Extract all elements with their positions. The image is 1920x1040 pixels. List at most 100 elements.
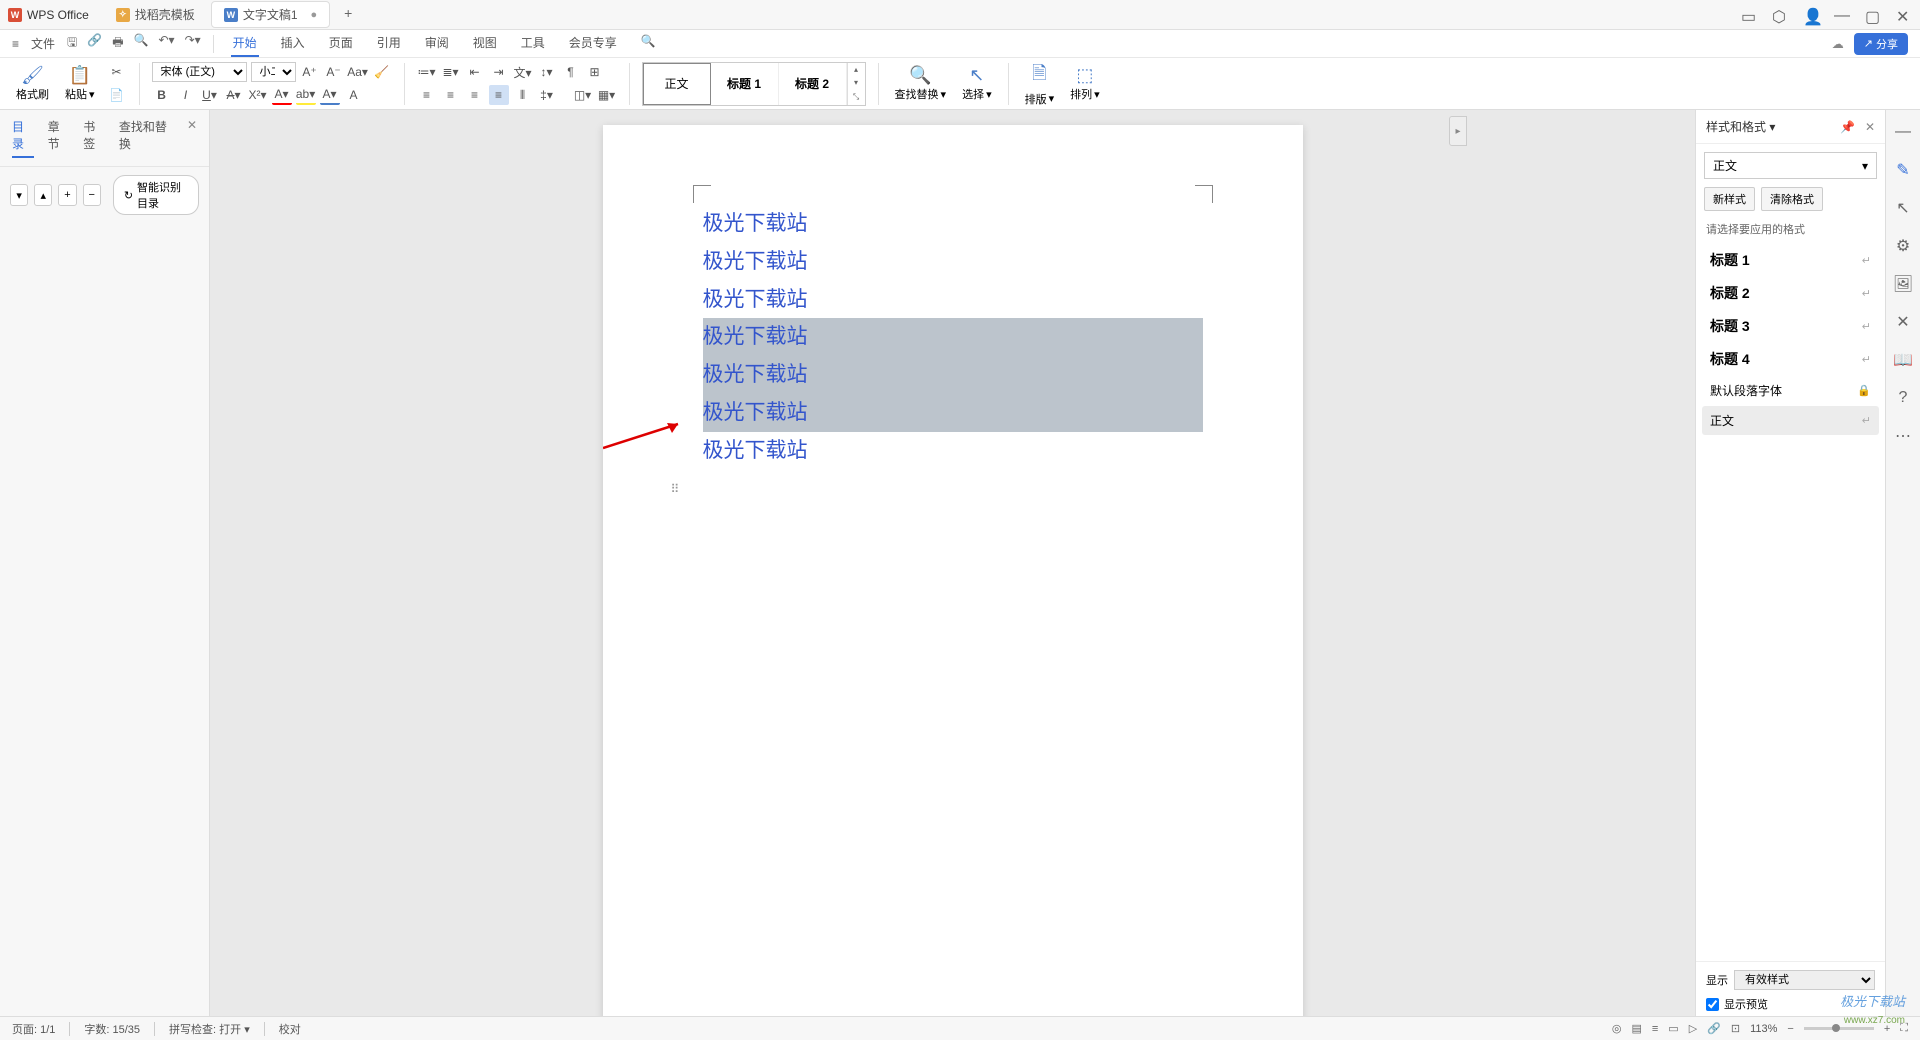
preview-icon[interactable]: 🔍	[134, 33, 149, 54]
align-right-icon[interactable]: ≡	[465, 85, 485, 105]
reader-icon[interactable]: ▭	[1741, 7, 1757, 23]
redo-icon[interactable]: ↷▾	[185, 33, 201, 54]
show-select[interactable]: 有效样式	[1734, 970, 1875, 990]
tab-document[interactable]: W 文字文稿1 ●	[211, 1, 330, 28]
help-icon[interactable]: ?	[1893, 388, 1913, 408]
paragraph[interactable]: 极光下载站	[703, 432, 1203, 470]
close-panel-icon[interactable]: ✕	[187, 118, 197, 158]
menu-review[interactable]: 审阅	[423, 30, 451, 57]
add-button[interactable]: +	[58, 184, 76, 206]
arrange-button[interactable]: ⬚ 排列▾	[1066, 63, 1104, 104]
highlight-icon[interactable]: ab▾	[296, 85, 316, 105]
add-tab-button[interactable]: +	[334, 1, 362, 28]
clear-format-button[interactable]: 清除格式	[1761, 187, 1823, 211]
align-center-icon[interactable]: ≡	[441, 85, 461, 105]
minimize-side-icon[interactable]: —	[1893, 122, 1913, 142]
font-size-select[interactable]: 小二	[251, 62, 296, 82]
format-painter-button[interactable]: 🖌 格式刷	[12, 63, 53, 104]
search-icon[interactable]: 🔍	[639, 30, 658, 57]
grow-font-icon[interactable]: A⁺	[300, 62, 320, 82]
close-icon[interactable]: ●	[311, 9, 318, 21]
show-marks-icon[interactable]: ¶	[561, 62, 581, 82]
zoom-slider[interactable]	[1804, 1027, 1874, 1030]
collapse-all-button[interactable]: ▾	[10, 184, 28, 206]
gallery-icon[interactable]: 🖼	[1893, 274, 1913, 294]
remove-button[interactable]: −	[83, 184, 101, 206]
menu-reference[interactable]: 引用	[375, 30, 403, 57]
text-effect-icon[interactable]: A▾	[320, 85, 340, 105]
underline-icon[interactable]: U▾	[200, 85, 220, 105]
box-icon[interactable]: ⬡	[1772, 7, 1788, 23]
text-direction-icon[interactable]: 文▾	[513, 62, 533, 82]
line-spacing-icon[interactable]: ‡▾	[537, 85, 557, 105]
save-icon[interactable]: 🖫	[67, 33, 77, 54]
bullets-icon[interactable]: ≔▾	[417, 62, 437, 82]
target-icon[interactable]: ◎	[1612, 1022, 1622, 1035]
menu-icon[interactable]: ≡	[12, 37, 19, 51]
maximize-icon[interactable]: ▢	[1865, 7, 1881, 23]
copy-icon[interactable]: 📄	[107, 85, 127, 105]
select-button[interactable]: ↖ 选择▾	[958, 63, 996, 104]
sort-icon[interactable]: ↕▾	[537, 62, 557, 82]
link-icon[interactable]: 🔗	[87, 33, 102, 54]
italic-icon[interactable]: I	[176, 85, 196, 105]
pin-icon[interactable]: 📌	[1840, 120, 1855, 134]
tab-templates[interactable]: ✧ 找稻壳模板	[104, 1, 207, 28]
style-more-button[interactable]: ▴▾⤡	[847, 63, 865, 105]
menu-view[interactable]: 视图	[471, 30, 499, 57]
settings-icon[interactable]: ⚙	[1893, 236, 1913, 256]
print-icon[interactable]: 🖶	[112, 33, 123, 54]
link-icon[interactable]: 🔗	[1707, 1022, 1721, 1035]
superscript-icon[interactable]: X²▾	[248, 85, 268, 105]
style-item-default-font[interactable]: 默认段落字体🔒	[1702, 376, 1879, 405]
style-heading2[interactable]: 标题 2	[779, 63, 847, 105]
style-item-h1[interactable]: 标题 1↵	[1702, 244, 1879, 276]
shrink-font-icon[interactable]: A⁻	[324, 62, 344, 82]
zoom-out-icon[interactable]: −	[1787, 1023, 1793, 1035]
minimize-icon[interactable]: —	[1834, 7, 1850, 23]
style-normal[interactable]: 正文	[643, 63, 711, 105]
file-menu[interactable]: 文件	[31, 35, 55, 52]
avatar-icon[interactable]: 👤	[1803, 7, 1819, 23]
new-style-button[interactable]: 新样式	[1704, 187, 1755, 211]
paragraph[interactable]: 极光下载站	[703, 205, 1203, 243]
close-icon[interactable]: ✕	[1865, 120, 1875, 134]
share-button[interactable]: ↗ 分享	[1854, 33, 1908, 55]
nav-tab-find[interactable]: 查找和替换	[119, 118, 173, 158]
layout-button[interactable]: 🗎 排版▾	[1021, 59, 1059, 109]
style-item-h3[interactable]: 标题 3↵	[1702, 310, 1879, 342]
paragraph-selected[interactable]: 极光下载站	[703, 394, 1203, 432]
proofread[interactable]: 校对	[279, 1021, 301, 1037]
zoom-level[interactable]: 113%	[1750, 1023, 1777, 1035]
menu-page[interactable]: 页面	[327, 30, 355, 57]
style-item-h4[interactable]: 标题 4↵	[1702, 343, 1879, 375]
drag-handle-icon[interactable]: ⠿	[671, 482, 681, 496]
font-name-select[interactable]: 宋体 (正文)	[152, 62, 247, 82]
edit-icon[interactable]: ✎	[1893, 160, 1913, 180]
clear-format-icon[interactable]: 🧹	[372, 62, 392, 82]
nav-tab-bookmark[interactable]: 书签	[83, 118, 105, 158]
paragraph-selected[interactable]: 极光下载站	[703, 318, 1203, 356]
paragraph[interactable]: 极光下载站	[703, 243, 1203, 281]
book-icon[interactable]: 📖	[1893, 350, 1913, 370]
undo-icon[interactable]: ↶▾	[159, 33, 175, 54]
font-color-icon[interactable]: A▾	[272, 85, 292, 105]
paragraph-selected[interactable]: 极光下载站	[703, 356, 1203, 394]
numbering-icon[interactable]: ≣▾	[441, 62, 461, 82]
bold-icon[interactable]: B	[152, 85, 172, 105]
change-case-icon[interactable]: Aa▾	[348, 62, 368, 82]
nav-tab-chapter[interactable]: 章节	[48, 118, 70, 158]
paragraph[interactable]: 极光下载站	[703, 281, 1203, 319]
outline-view-icon[interactable]: ≡	[1652, 1023, 1658, 1035]
current-style-select[interactable]: 正文 ▾	[1704, 152, 1877, 179]
align-left-icon[interactable]: ≡	[417, 85, 437, 105]
document-area[interactable]: ▸ ⠿ 极光下载站 极光下载站 极光下载站 极光下载站 极光下载站 极光下载站 …	[210, 110, 1695, 1020]
cut-icon[interactable]: ✂	[107, 62, 127, 82]
nav-tab-toc[interactable]: 目录	[12, 118, 34, 158]
more-icon[interactable]: ⋯	[1893, 426, 1913, 446]
reading-view-icon[interactable]: ▭	[1668, 1022, 1678, 1035]
menu-start[interactable]: 开始	[231, 30, 259, 57]
align-justify-icon[interactable]: ≡	[489, 85, 509, 105]
tools-icon[interactable]: ✕	[1893, 312, 1913, 332]
collapse-right-button[interactable]: ▸	[1449, 116, 1467, 146]
